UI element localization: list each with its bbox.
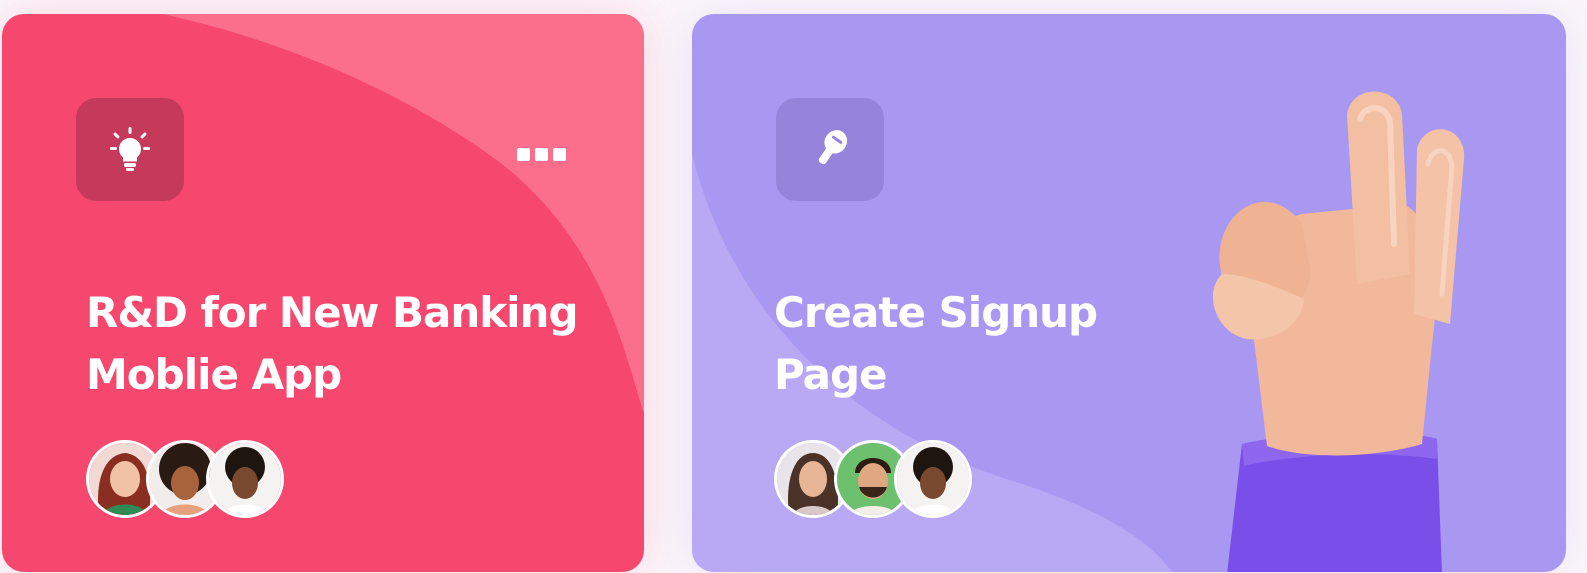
more-options-button[interactable] <box>508 136 574 172</box>
avatar[interactable] <box>894 440 972 518</box>
assignee-avatars <box>774 440 972 518</box>
more-icon-dot <box>552 147 566 161</box>
card-title: R&D for New Banking Moblie App <box>86 288 579 399</box>
assignee-avatars <box>86 440 284 518</box>
project-icon-tile <box>776 98 884 201</box>
ok-hand-illustration <box>1212 91 1465 572</box>
project-card-signup-page[interactable]: Create Signup Page <box>692 14 1566 572</box>
key-icon <box>818 129 848 164</box>
avatar[interactable] <box>206 440 284 518</box>
more-icon-dot <box>534 147 548 161</box>
avatar-man-afro <box>897 443 969 515</box>
project-card-rd-banking[interactable]: R&D for New Banking Moblie App <box>2 14 644 572</box>
card-title: Create Signup Page <box>774 288 1098 399</box>
more-icon-dot <box>516 147 530 161</box>
project-icon-tile <box>76 98 184 201</box>
lightbulb-icon <box>110 126 150 171</box>
avatar-man-afro <box>209 443 281 515</box>
